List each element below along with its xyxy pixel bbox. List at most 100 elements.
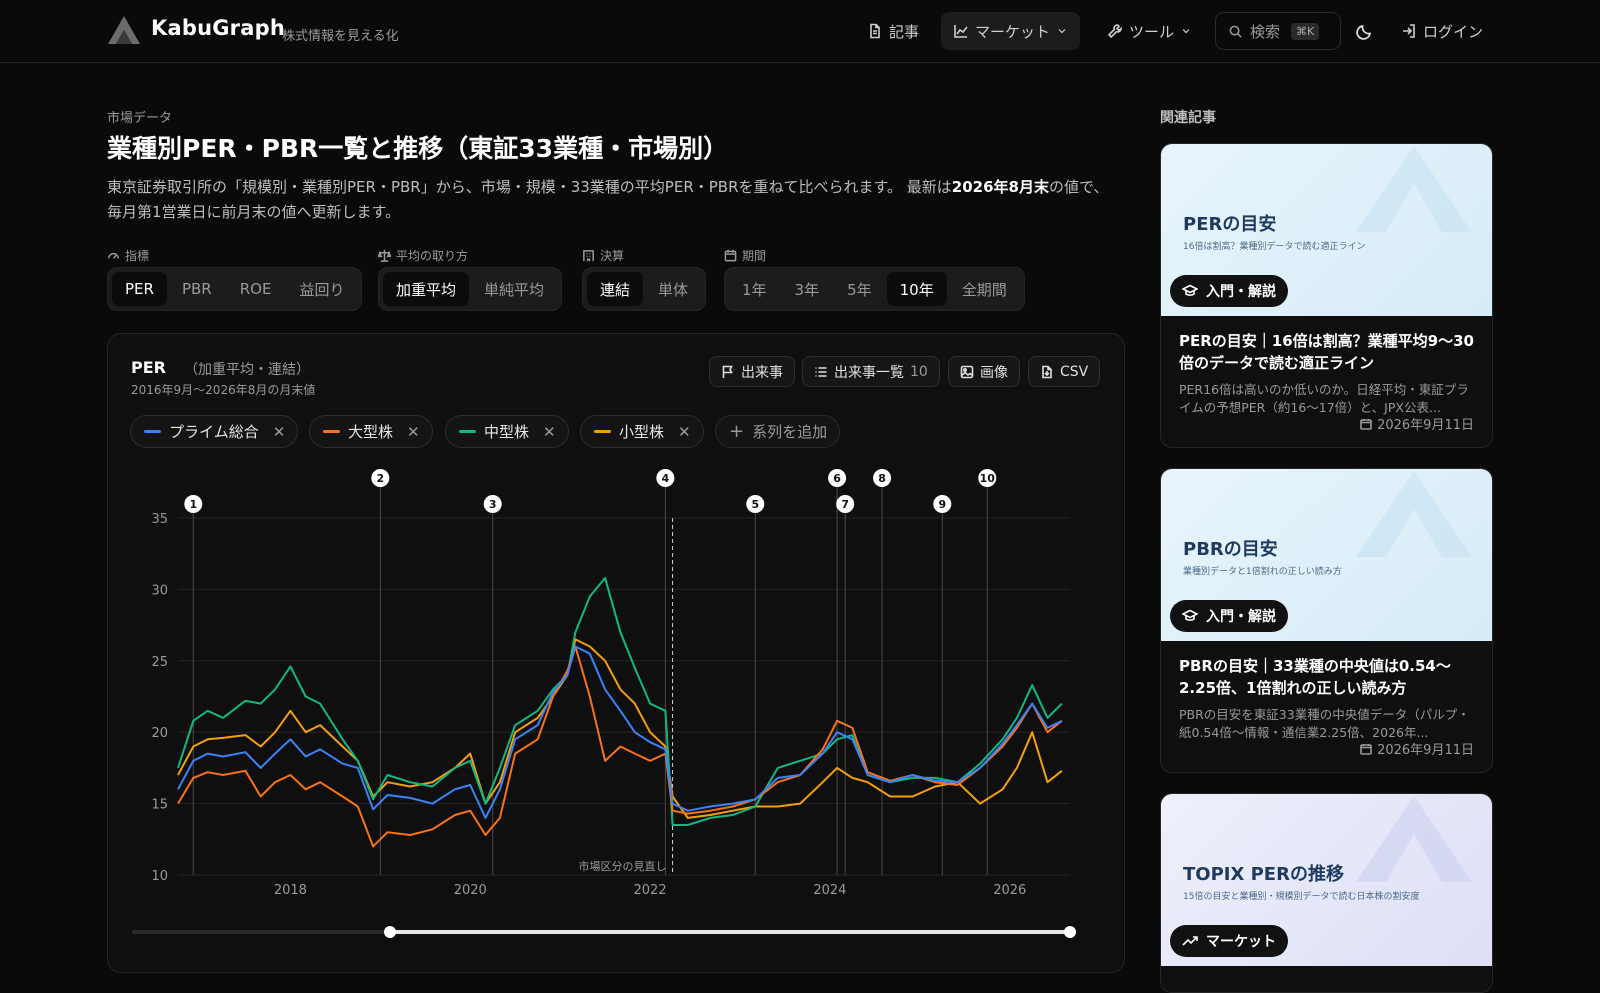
csv-button-label: CSV <box>1060 363 1089 380</box>
nav-tools[interactable]: ツール <box>1095 12 1204 50</box>
article-card[interactable]: PERの目安 16倍は割高？業種別データで読む適正ライン 入門・解説 PERの目… <box>1160 143 1493 448</box>
search-label: 検索 <box>1250 22 1281 41</box>
chart-card: PER （加重平均・連結） 2016年9月〜2026年8月の月末値 出来事 出来… <box>107 333 1125 973</box>
period-option-all[interactable]: 全期間 <box>949 272 1020 306</box>
thumbnail-subtitle: 業種別データと1倍割れの正しい読み方 <box>1183 567 1342 577</box>
gauge-icon <box>108 252 119 259</box>
logo-watermark-icon <box>1356 796 1472 882</box>
logo-icon[interactable] <box>106 14 142 46</box>
avg-option-simple[interactable]: 単純平均 <box>471 272 557 306</box>
period-segment: 1年 3年 5年 10年 全期間 <box>724 267 1025 311</box>
thumbnail-subtitle: 15倍の目安と業種別・規模別データで読む日本株の割安度 <box>1183 892 1420 902</box>
close-icon[interactable]: ✕ <box>407 423 420 441</box>
avg-option-weighted[interactable]: 加重平均 <box>383 272 470 306</box>
basis-option-standalone[interactable]: 単体 <box>645 272 701 306</box>
search-shortcut: ⌘K <box>1291 22 1320 40</box>
article-title[interactable]: PBRの目安｜33業種の中央値は0.54〜2.25倍、1倍割れの正しい読み方 <box>1179 655 1474 699</box>
article-card[interactable]: PBRの目安 業種別データと1倍割れの正しい読み方 入門・解説 PBRの目安｜3… <box>1160 468 1493 773</box>
category-tag[interactable]: マーケット <box>1170 925 1288 957</box>
thumbnail-title: PBRの目安 <box>1183 539 1278 560</box>
event-marker-label: 9 <box>938 498 946 511</box>
period-option-3y[interactable]: 3年 <box>782 272 833 306</box>
chart-date-range: 2016年9月〜2026年8月の月末値 <box>131 383 316 397</box>
nav-market[interactable]: マーケット <box>941 12 1081 50</box>
list-icon <box>815 366 827 377</box>
brand-name[interactable]: KabuGraph <box>151 16 285 40</box>
category-tag-label: 入門・解説 <box>1206 609 1276 625</box>
event-list-button[interactable]: 出来事一覧 10 <box>802 356 940 387</box>
period-option-5y[interactable]: 5年 <box>834 272 885 306</box>
event-marker-label: 10 <box>980 472 996 485</box>
period-option-1y[interactable]: 1年 <box>729 272 780 306</box>
range-handle-end[interactable] <box>1064 926 1076 938</box>
per-line-chart[interactable]: 10 15 20 25 30 35 2018 2020 2022 2024 2026 1 2 3 4 5 67 8… <box>108 462 1124 972</box>
series-swatch <box>323 430 340 433</box>
basis-option-consolidated[interactable]: 連結 <box>587 272 644 306</box>
close-icon[interactable]: ✕ <box>273 423 286 441</box>
y-tick-label: 35 <box>151 512 168 527</box>
desc-latest-date: 2026年8月末 <box>951 178 1049 196</box>
period-label-text: 期間 <box>742 248 767 263</box>
series-chip-large[interactable]: 大型株 ✕ <box>309 415 433 448</box>
x-tick-label: 2020 <box>454 883 487 898</box>
logo-watermark-icon <box>1356 146 1472 232</box>
close-icon[interactable]: ✕ <box>543 423 556 441</box>
y-tick-label: 15 <box>151 798 168 813</box>
calendar-icon <box>724 249 737 261</box>
article-thumbnail: TOPIX PERの推移 15倍の目安と業種別・規模別データで読む日本株の割安度… <box>1161 794 1492 966</box>
event-list-label: 出来事一覧 <box>834 364 904 381</box>
basis-label: 決算 <box>582 246 706 264</box>
article-excerpt: PBRの目安を東証33業種の中央値データ（パルプ・紙0.54倍〜情報・通信業2.… <box>1179 707 1470 740</box>
nav-articles[interactable]: 記事 <box>855 12 931 50</box>
article-date-text: 2026年9月11日 <box>1377 418 1474 433</box>
trending-up-icon <box>1182 936 1198 946</box>
range-handle-start[interactable] <box>384 926 396 938</box>
image-export-button[interactable]: 画像 <box>948 356 1020 387</box>
basis-control: 決算 連結 単体 <box>582 246 707 311</box>
x-tick-label: 2024 <box>813 883 846 898</box>
article-thumbnail: PERの目安 16倍は割高？業種別データで読む適正ライン 入門・解説 <box>1161 144 1492 316</box>
article-body: PERの目安｜16倍は割高？業種平均9〜30倍のデータで読む適正ライン PER1… <box>1161 316 1492 417</box>
events-toggle-button[interactable]: 出来事 <box>709 356 795 387</box>
nav-market-label: マーケット <box>975 22 1051 41</box>
metric-label: 指標 <box>107 246 362 264</box>
category-tag-label: 入門・解説 <box>1206 284 1276 300</box>
period-control: 期間 1年 3年 5年 10年 全期間 <box>724 246 1025 311</box>
avg-label-text: 平均の取り方 <box>396 248 469 263</box>
article-date: 2026年9月11日 <box>1360 414 1474 433</box>
thumbnail-subtitle: 16倍は割高？業種別データで読む適正ライン <box>1183 242 1366 252</box>
metric-option-pbr[interactable]: PBR <box>169 272 225 306</box>
series-chip-prime[interactable]: プライム総合 ✕ <box>130 415 299 448</box>
add-series-button[interactable]: + 系列を追加 <box>715 415 841 448</box>
series-chip-small[interactable]: 小型株 ✕ <box>580 415 704 448</box>
y-tick-label: 10 <box>151 869 168 884</box>
article-title[interactable]: PERの目安｜16倍は割高？業種平均9〜30倍のデータで読む適正ライン <box>1179 330 1474 374</box>
flag-icon <box>722 365 733 378</box>
search-button[interactable]: 検索 ⌘K <box>1215 12 1341 50</box>
logo-watermark-icon <box>1356 471 1472 557</box>
series-line <box>177 645 1063 848</box>
image-icon <box>960 365 974 378</box>
category-tag[interactable]: 入門・解説 <box>1170 600 1288 632</box>
metric-option-roe[interactable]: ROE <box>227 272 285 306</box>
close-icon[interactable]: ✕ <box>678 423 691 441</box>
category-tag[interactable]: 入門・解説 <box>1170 275 1288 307</box>
calendar-icon <box>1360 743 1372 755</box>
scale-icon <box>378 249 391 262</box>
graduation-cap-icon <box>1182 284 1198 296</box>
y-tick-label: 30 <box>151 583 168 598</box>
login-button[interactable]: ログイン <box>1389 12 1495 50</box>
basis-label-text: 決算 <box>600 248 625 263</box>
article-card[interactable]: TOPIX PERの推移 15倍の目安と業種別・規模別データで読む日本株の割安度… <box>1160 793 1493 993</box>
graduation-cap-icon <box>1182 609 1198 621</box>
period-option-10y[interactable]: 10年 <box>886 272 947 306</box>
related-heading: 関連記事 <box>1160 110 1216 126</box>
breadcrumb[interactable]: 市場データ <box>107 107 172 126</box>
series-chip-mid[interactable]: 中型株 ✕ <box>445 415 569 448</box>
metric-option-per[interactable]: PER <box>112 272 167 306</box>
main-content: 市場データ 業種別PER・PBR一覧と推移（東証33業種・市場別） 東京証券取引… <box>107 63 1127 973</box>
metric-option-yield[interactable]: 益回り <box>286 272 357 306</box>
moon-icon[interactable] <box>1354 20 1376 42</box>
x-tick-label: 2022 <box>634 883 667 898</box>
csv-export-button[interactable]: CSV <box>1028 356 1101 387</box>
